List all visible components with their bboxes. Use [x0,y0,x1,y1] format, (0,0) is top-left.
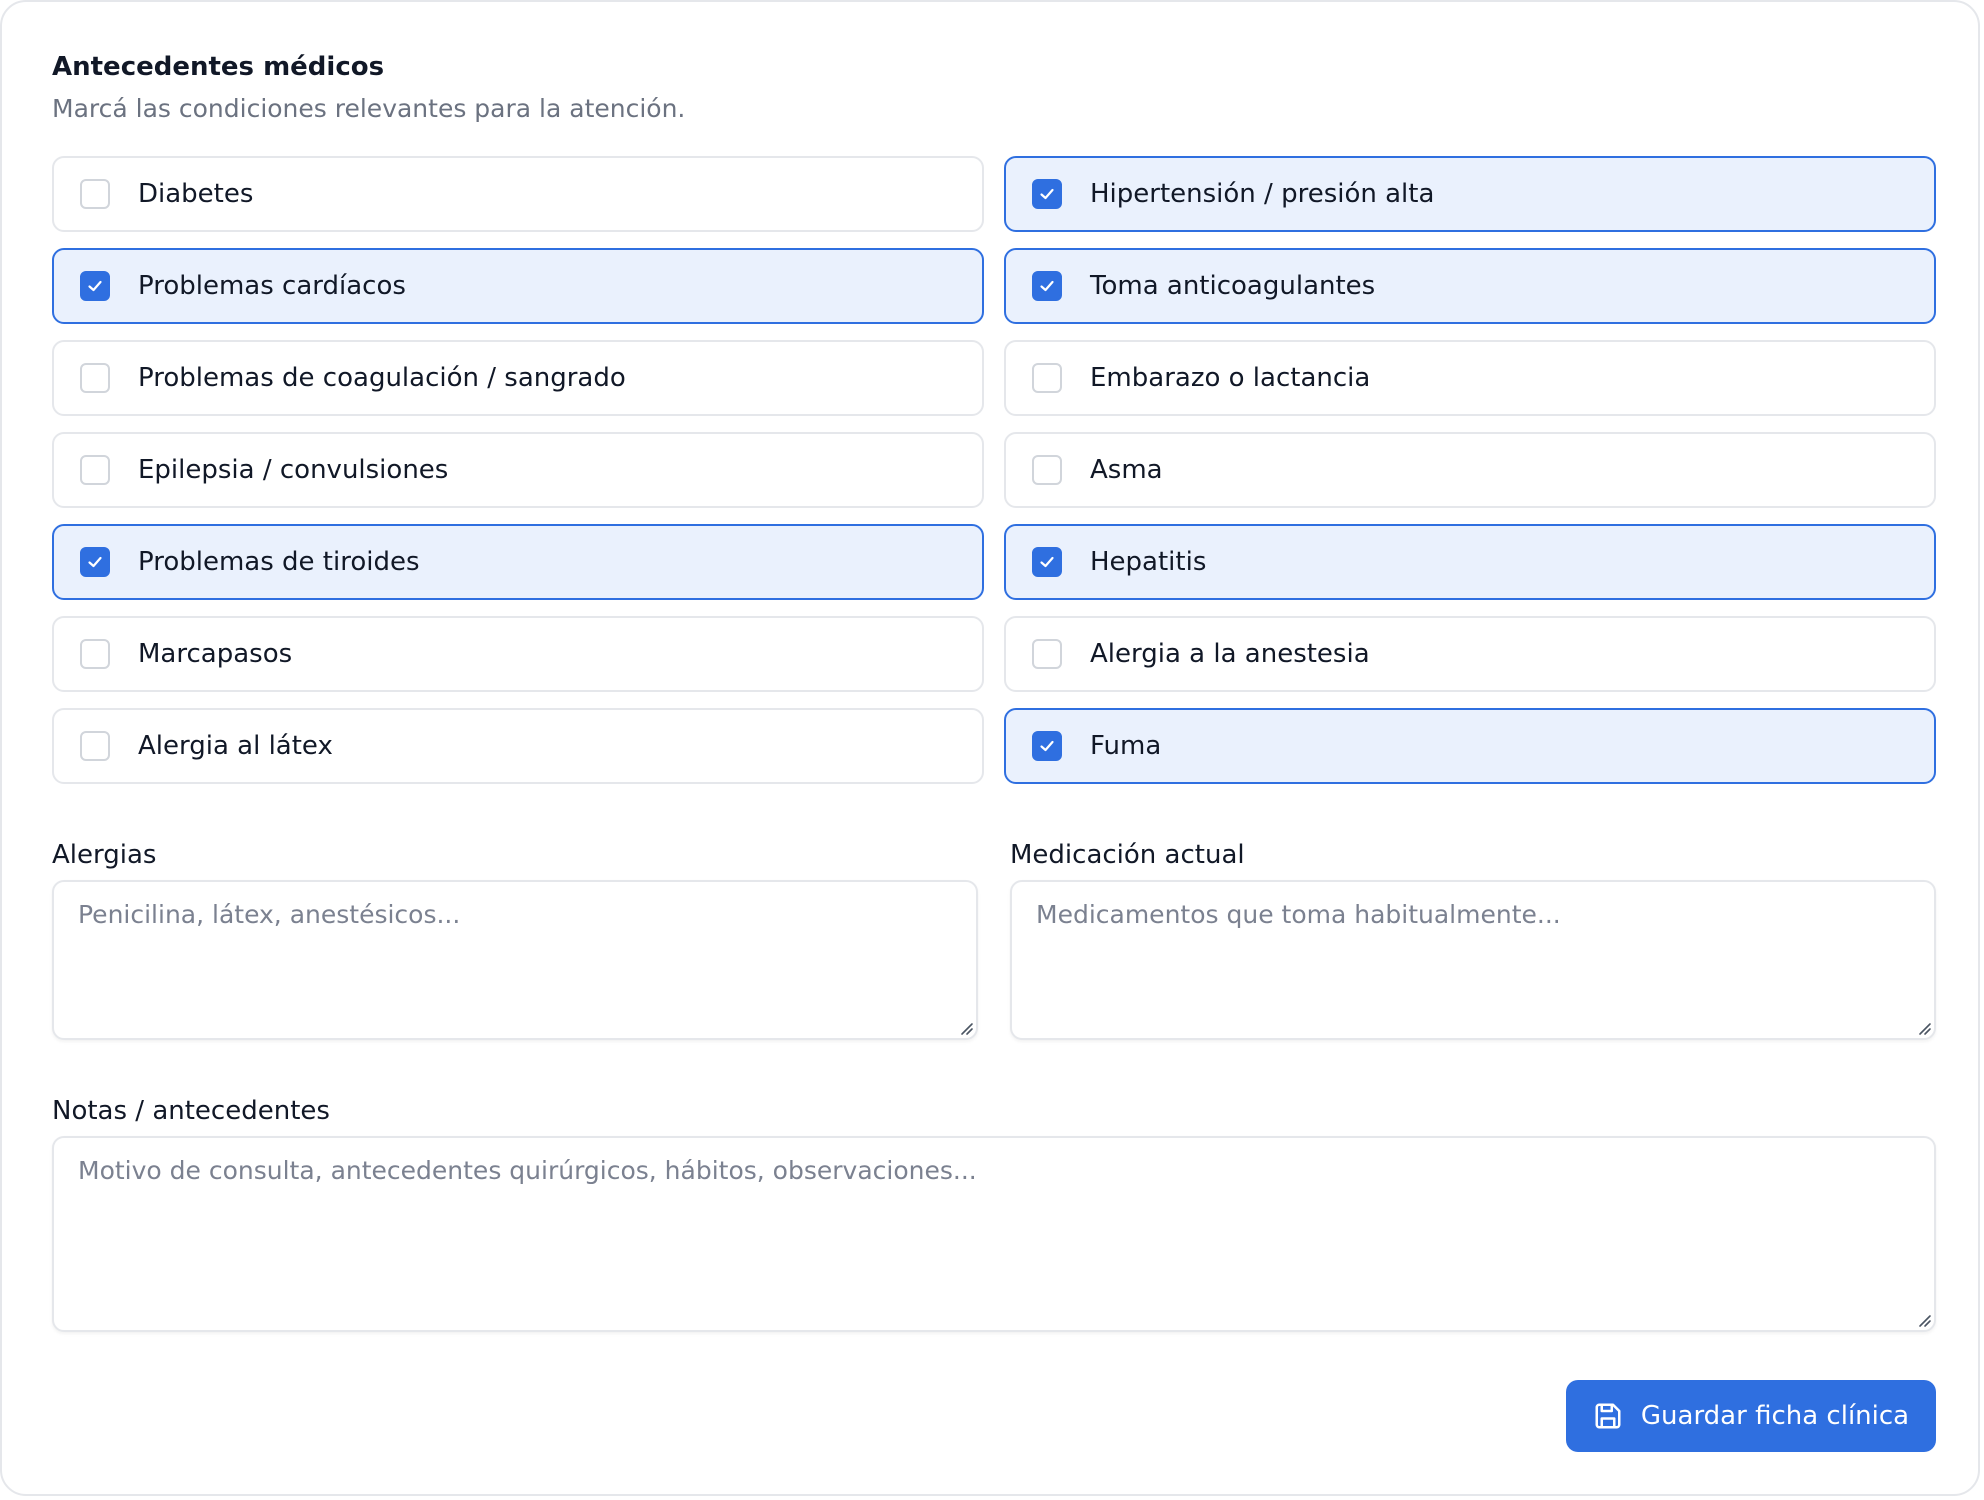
check-icon [1040,556,1054,568]
conditions-grid: Diabetes Hipertensión / presión alta Pro… [52,156,1936,784]
condition-asma[interactable]: Asma [1004,432,1936,508]
alergias-textarea[interactable] [52,880,978,1040]
condition-label: Alergia a la anestesia [1090,639,1370,669]
check-icon [1040,188,1054,200]
save-button-label: Guardar ficha clínica [1640,1401,1910,1431]
check-icon [1040,740,1054,752]
checkbox[interactable] [1032,639,1062,669]
check-icon [88,280,102,292]
condition-latex[interactable]: Alergia al látex [52,708,984,784]
notas-label: Notas / antecedentes [52,1096,330,1126]
condition-label: Fuma [1090,731,1162,761]
section-title: Antecedentes médicos [52,52,385,82]
condition-label: Problemas cardíacos [138,271,406,301]
check-icon [88,556,102,568]
condition-coagulacion[interactable]: Problemas de coagulación / sangrado [52,340,984,416]
save-clinical-record-button[interactable]: Guardar ficha clínica [1566,1380,1936,1452]
condition-label: Toma anticoagulantes [1090,271,1376,301]
condition-embarazo[interactable]: Embarazo o lactancia [1004,340,1936,416]
checkbox[interactable] [80,271,110,301]
condition-fuma[interactable]: Fuma [1004,708,1936,784]
condition-label: Alergia al látex [138,731,333,761]
checkbox[interactable] [80,731,110,761]
condition-label: Problemas de coagulación / sangrado [138,363,626,393]
checkbox[interactable] [80,363,110,393]
condition-hepatitis[interactable]: Hepatitis [1004,524,1936,600]
resize-handle-icon[interactable] [1916,1312,1932,1328]
medicacion-label: Medicación actual [1010,840,1245,870]
medicacion-textarea[interactable] [1010,880,1936,1040]
check-icon [1040,280,1054,292]
condition-label: Embarazo o lactancia [1090,363,1371,393]
checkbox[interactable] [80,455,110,485]
checkbox[interactable] [1032,179,1062,209]
condition-label: Problemas de tiroides [138,547,420,577]
checkbox[interactable] [1032,271,1062,301]
checkbox[interactable] [80,639,110,669]
clinical-record-card: Antecedentes médicos Marcá las condicion… [0,0,1980,1496]
checkbox[interactable] [1032,731,1062,761]
alergias-label: Alergias [52,840,157,870]
condition-diabetes[interactable]: Diabetes [52,156,984,232]
checkbox[interactable] [1032,363,1062,393]
condition-label: Epilepsia / convulsiones [138,455,449,485]
condition-label: Asma [1090,455,1163,485]
condition-marcapasos[interactable]: Marcapasos [52,616,984,692]
condition-tiroides[interactable]: Problemas de tiroides [52,524,984,600]
condition-anticoagulantes[interactable]: Toma anticoagulantes [1004,248,1936,324]
save-icon [1595,1403,1621,1429]
condition-cardiacos[interactable]: Problemas cardíacos [52,248,984,324]
condition-anestesia[interactable]: Alergia a la anestesia [1004,616,1936,692]
resize-handle-icon[interactable] [1916,1020,1932,1036]
notas-textarea[interactable] [52,1136,1936,1332]
checkbox[interactable] [1032,547,1062,577]
resize-handle-icon[interactable] [958,1020,974,1036]
section-subtitle: Marcá las condiciones relevantes para la… [52,94,686,123]
condition-label: Marcapasos [138,639,293,669]
checkbox[interactable] [80,179,110,209]
checkbox[interactable] [1032,455,1062,485]
condition-epilepsia[interactable]: Epilepsia / convulsiones [52,432,984,508]
condition-label: Hipertensión / presión alta [1090,179,1435,209]
checkbox[interactable] [80,547,110,577]
condition-label: Hepatitis [1090,547,1207,577]
condition-label: Diabetes [138,179,254,209]
condition-hipertension[interactable]: Hipertensión / presión alta [1004,156,1936,232]
